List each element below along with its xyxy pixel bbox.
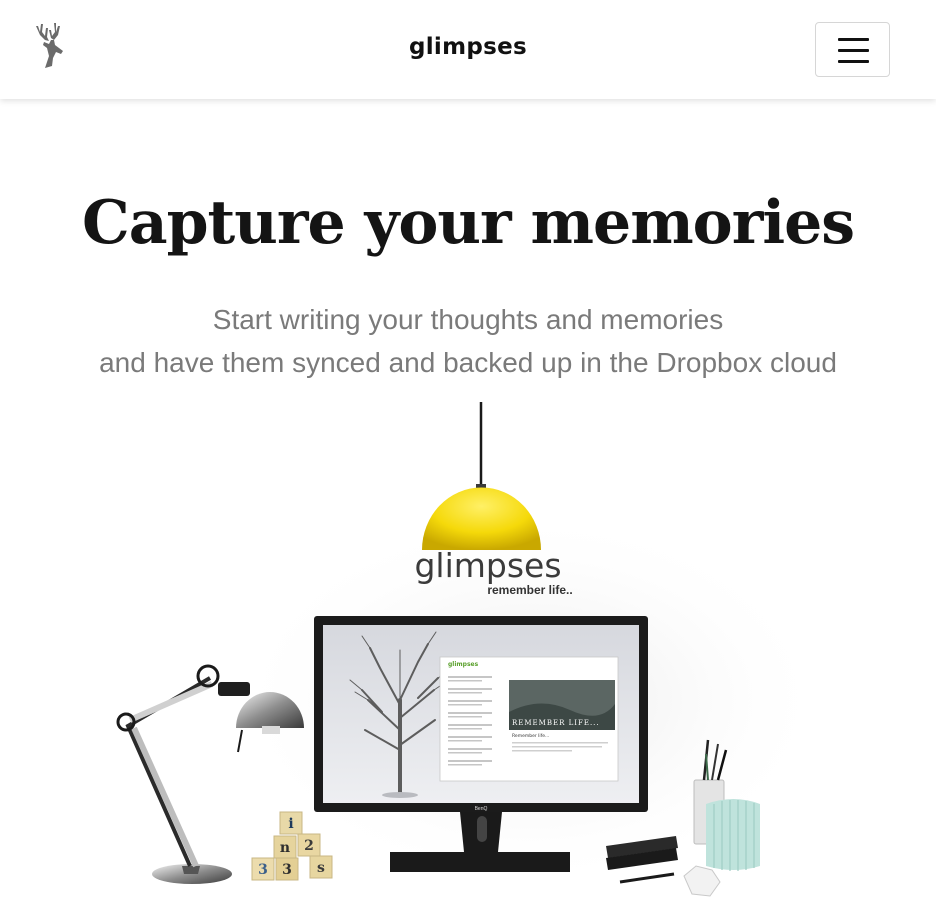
desk-illustration: glimpses remember life.. glimpses REMEMB… <box>116 402 830 897</box>
block-letter-5: 3 <box>282 862 292 878</box>
pendant-lamp <box>422 402 541 550</box>
illustration-tagline: remember life.. <box>487 583 572 597</box>
block-letter-6: s <box>317 860 325 876</box>
block-letter-2: n <box>280 840 290 856</box>
vase <box>706 799 760 871</box>
block-letter-4: 3 <box>258 862 268 878</box>
deer-head-icon[interactable] <box>30 18 68 72</box>
hero-subtitle-line-2: and have them synced and backed up in th… <box>99 347 837 378</box>
crumpled-paper <box>683 865 721 897</box>
monitor-brand-label: BenQ <box>475 806 488 812</box>
screen-entry-title: Remember life... <box>512 733 549 739</box>
block-letter-1: i <box>288 816 293 832</box>
screen-banner: REMEMBER LIFE... <box>512 719 600 727</box>
hero-subtitle-line-1: Start writing your thoughts and memories <box>212 304 724 335</box>
illustration-brand: glimpses <box>414 546 561 585</box>
hero-title: Capture your memories <box>81 188 855 258</box>
screen-app-title: glimpses <box>448 661 479 668</box>
block-letter-3: 2 <box>304 838 314 854</box>
brand-wrap: glimpses <box>0 34 936 60</box>
navbar: glimpses <box>0 0 936 99</box>
menu-toggle-button[interactable] <box>815 22 890 77</box>
brand-name[interactable]: glimpses <box>409 34 527 60</box>
